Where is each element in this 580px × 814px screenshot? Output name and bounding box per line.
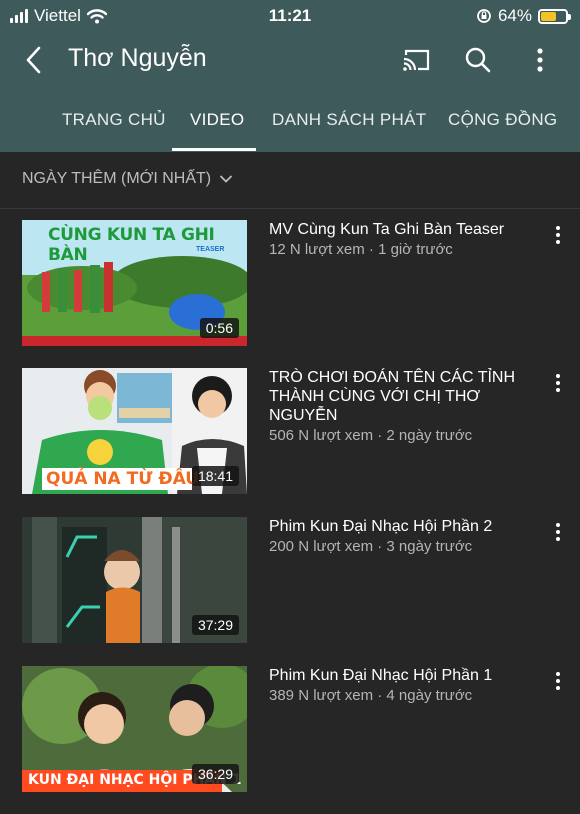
video-duration: 18:41 xyxy=(191,466,239,486)
video-thumbnail[interactable]: QUẢ NA TỪ ĐÂU 18:41 xyxy=(22,368,247,494)
tab-community[interactable]: CỘNG ĐỒNG xyxy=(448,110,557,130)
video-info[interactable]: Phim Kun Đại Nhạc Hội Phần 1 389 N lượt … xyxy=(269,666,539,705)
video-thumbnail[interactable]: 37:29 xyxy=(22,517,247,643)
video-item[interactable]: QUẢ NA TỪ ĐÂU 18:41 TRÒ CHƠI ĐOÁN TÊN CÁ… xyxy=(0,368,580,496)
battery-icon xyxy=(538,8,571,24)
more-options-icon[interactable] xyxy=(554,668,562,694)
video-info[interactable]: TRÒ CHƠI ĐOÁN TÊN CÁC TỈNH THÀNH CÙNG VỚ… xyxy=(269,368,539,445)
thumbnail-title-text: CÙNG KUN TA GHI BÀN xyxy=(48,225,215,265)
video-title[interactable]: Phim Kun Đại Nhạc Hội Phần 2 xyxy=(269,517,539,536)
video-info[interactable]: Phim Kun Đại Nhạc Hội Phần 2 200 N lượt … xyxy=(269,517,539,556)
more-options-icon[interactable] xyxy=(554,519,562,545)
orientation-lock-icon xyxy=(477,9,491,23)
cast-icon xyxy=(403,49,430,71)
thumbnail-title-text: QUẢ NA TỪ ĐÂU xyxy=(46,469,200,489)
video-title[interactable]: Phim Kun Đại Nhạc Hội Phần 1 xyxy=(269,666,539,685)
active-tab-indicator xyxy=(172,148,256,151)
video-meta: 12 N lượt xem · 1 giờ trước xyxy=(269,241,453,258)
search-icon xyxy=(465,47,491,73)
more-vertical-icon xyxy=(537,48,543,72)
thumbnail-subtitle-text: TEASER xyxy=(196,246,225,253)
video-duration: 36:29 xyxy=(191,764,239,784)
channel-header: Viettel 11:21 64% Thơ Nguyễn TRANG CHỦ V… xyxy=(0,0,580,152)
video-item[interactable]: 37:29 Phim Kun Đại Nhạc Hội Phần 2 200 N… xyxy=(0,517,580,645)
video-info[interactable]: MV Cùng Kun Ta Ghi Bàn Teaser 12 N lượt … xyxy=(269,220,539,259)
chevron-down-icon xyxy=(220,175,233,183)
overflow-menu-button[interactable] xyxy=(522,42,558,78)
back-arrow-icon[interactable] xyxy=(20,42,50,78)
video-meta: 389 N lượt xem · 4 ngày trước xyxy=(269,687,473,704)
more-options-icon[interactable] xyxy=(554,222,562,248)
video-item[interactable]: CÙNG KUN TA GHI BÀN TEASER 0:56 MV Cùng … xyxy=(0,220,580,348)
toolbar: Thơ Nguyễn xyxy=(0,36,580,84)
cast-button[interactable] xyxy=(398,42,434,78)
video-title[interactable]: TRÒ CHƠI ĐOÁN TÊN CÁC TỈNH THÀNH CÙNG VỚ… xyxy=(269,368,539,425)
channel-title: Thơ Nguyễn xyxy=(68,44,207,72)
tab-home[interactable]: TRANG CHỦ xyxy=(62,110,166,130)
sort-dropdown[interactable]: NGÀY THÊM (MỚI NHẤT) xyxy=(22,170,233,188)
search-button[interactable] xyxy=(460,42,496,78)
status-bar: Viettel 11:21 64% xyxy=(0,0,580,32)
sort-label: NGÀY THÊM (MỚI NHẤT) xyxy=(22,170,212,187)
tab-playlists[interactable]: DANH SÁCH PHÁT xyxy=(272,110,426,130)
video-meta: 506 N lượt xem · 2 ngày trước xyxy=(269,427,473,444)
tab-videos[interactable]: VIDEO xyxy=(190,110,244,130)
video-item[interactable]: KUN ĐẠI NHẠC HỘI PHẦN 1 36:29 Phim Kun Đ… xyxy=(0,666,580,794)
divider xyxy=(0,208,580,209)
video-title[interactable]: MV Cùng Kun Ta Ghi Bàn Teaser xyxy=(269,220,539,239)
video-duration: 0:56 xyxy=(199,318,239,338)
battery-percent: 64% xyxy=(497,6,532,25)
video-meta: 200 N lượt xem · 3 ngày trước xyxy=(269,538,473,555)
more-options-icon[interactable] xyxy=(554,370,562,396)
status-right: 64% xyxy=(476,6,571,26)
video-thumbnail[interactable]: KUN ĐẠI NHẠC HỘI PHẦN 1 36:29 xyxy=(22,666,247,792)
video-thumbnail[interactable]: CÙNG KUN TA GHI BÀN TEASER 0:56 xyxy=(22,220,247,346)
channel-tabs: TRANG CHỦ VIDEO DANH SÁCH PHÁT CỘNG ĐỒNG xyxy=(0,96,580,152)
video-duration: 37:29 xyxy=(191,615,239,635)
battery-fill xyxy=(541,11,556,21)
